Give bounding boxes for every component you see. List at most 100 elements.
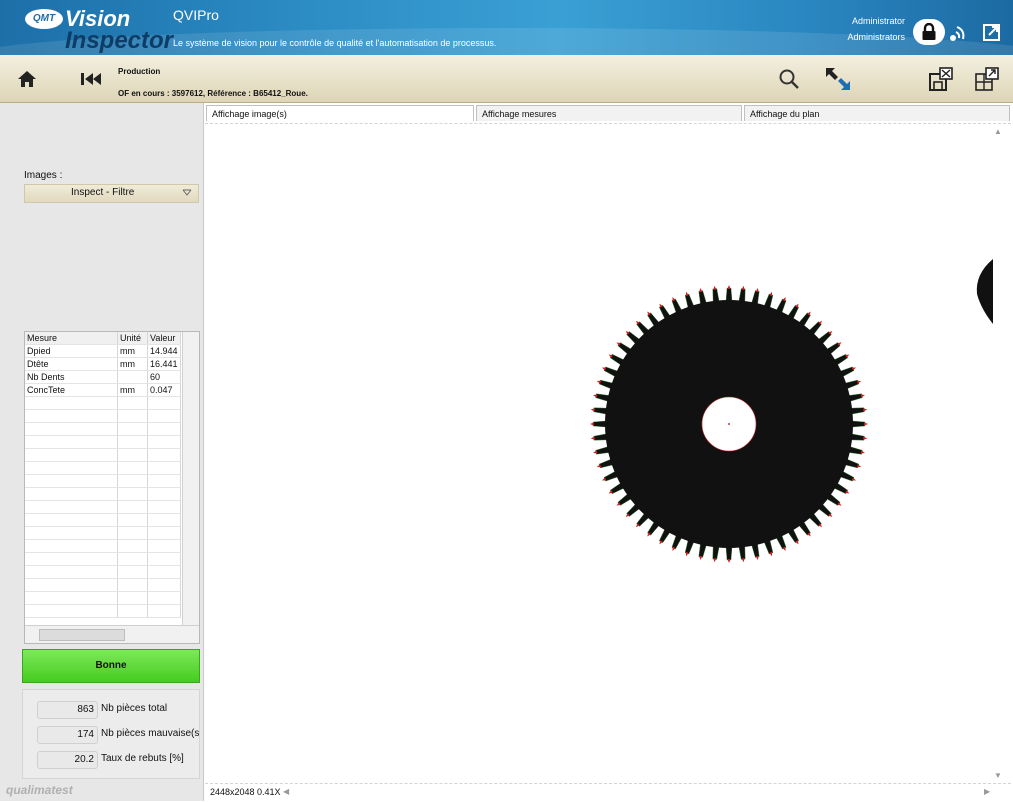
scroll-right-arrow-icon[interactable]: ▶ <box>984 787 990 796</box>
scroll-left-arrow-icon[interactable]: ◀ <box>283 787 289 796</box>
measurements-grid[interactable]: Mesure Unité Valeur Dpied mm 14.944 Dtêt… <box>24 331 200 644</box>
grid-empty-cell <box>147 604 181 618</box>
grid-empty-cell <box>25 604 118 618</box>
layout-button[interactable] <box>968 55 1006 102</box>
grid-empty-cell <box>117 396 148 410</box>
grid-empty-cell <box>117 422 148 436</box>
view-tabs: Affichage image(s) Affichage mesures Aff… <box>203 105 1013 123</box>
grid-empty-row <box>25 591 181 605</box>
grid-empty-cell <box>117 500 148 514</box>
zoom-icon <box>779 69 799 89</box>
remote-icon <box>950 26 965 41</box>
lock-button[interactable] <box>913 19 945 45</box>
grid-empty-cell <box>25 435 118 449</box>
grid-vertical-scrollbar[interactable] <box>182 332 199 625</box>
viewer-statusbar: 2448x2048 0.41X ◀ ▶ <box>205 783 1011 802</box>
tab-plan-view[interactable]: Affichage du plan <box>744 105 1010 121</box>
exit-button[interactable] <box>982 22 1004 44</box>
grid-empty-cell <box>147 435 181 449</box>
production-label: Production <box>118 67 161 76</box>
save-button[interactable] <box>922 55 960 102</box>
grid-empty-cell <box>117 435 148 449</box>
images-label: Images : <box>24 170 63 181</box>
grid-empty-cell <box>25 448 118 462</box>
cell-unit: mm <box>117 344 148 358</box>
fit-to-window-button[interactable] <box>818 55 858 102</box>
counter-total-label: Nb pièces total <box>101 703 168 714</box>
grid-empty-cell <box>117 565 148 579</box>
grid-row[interactable]: ConcTete mm 0.047 <box>25 383 181 397</box>
grid-empty-cell <box>25 513 118 527</box>
image-info: 2448x2048 0.41X <box>210 787 281 797</box>
images-select[interactable]: Inspect - Filtre <box>24 184 199 203</box>
grid-scroll-thumb[interactable] <box>39 629 125 641</box>
grid-empty-row <box>25 487 181 501</box>
tab-image-view[interactable]: Affichage image(s) <box>206 105 474 121</box>
col-header-measure[interactable]: Mesure <box>25 332 118 345</box>
grid-horizontal-scrollbar[interactable] <box>25 625 199 643</box>
cell-value: 14.944 <box>147 344 181 358</box>
qmt-badge: QMT <box>25 9 63 29</box>
first-page-icon <box>81 72 101 85</box>
grid-empty-row <box>25 396 181 410</box>
measurements-table: Mesure Unité Valeur Dpied mm 14.944 Dtêt… <box>25 332 181 618</box>
grid-empty-row <box>25 526 181 540</box>
grid-empty-cell <box>117 578 148 592</box>
layout-icon <box>975 66 999 91</box>
counter-bad-label: Nb pièces mauvaise(s <box>101 728 200 739</box>
fit-icon <box>826 67 850 90</box>
grid-empty-row <box>25 604 181 618</box>
grid-empty-cell <box>147 591 181 605</box>
grid-empty-cell <box>25 396 118 410</box>
cell-value: 60 <box>147 370 181 384</box>
counter-reject-rate: 20.2 Taux de rebuts [%] <box>37 751 199 769</box>
first-page-button[interactable] <box>73 55 109 102</box>
grid-empty-cell <box>147 539 181 553</box>
zoom-button[interactable] <box>772 55 806 102</box>
cell-value: 16.441 <box>147 357 181 371</box>
grid-empty-cell <box>25 591 118 605</box>
col-header-unit[interactable]: Unité <box>117 332 148 345</box>
grid-row[interactable]: Nb Dents 60 <box>25 370 181 384</box>
tab-measures-view[interactable]: Affichage mesures <box>476 105 742 121</box>
chevron-down-icon <box>182 189 192 196</box>
grid-empty-cell <box>117 409 148 423</box>
user-group: Administrators <box>847 32 905 42</box>
col-header-value[interactable]: Valeur <box>147 332 181 345</box>
grid-empty-cell <box>147 513 181 527</box>
cell-unit <box>117 370 148 384</box>
grid-empty-cell <box>147 552 181 566</box>
grid-empty-cell <box>147 578 181 592</box>
grid-empty-cell <box>25 474 118 488</box>
grid-row[interactable]: Dtête mm 16.441 <box>25 357 181 371</box>
home-button[interactable] <box>7 55 47 102</box>
grid-empty-cell <box>117 474 148 488</box>
counters-panel: 863 Nb pièces total 174 Nb pièces mauvai… <box>22 689 200 779</box>
toolbar: Production OF en cours : 3597612, Référe… <box>0 55 1013 103</box>
grid-empty-cell <box>25 500 118 514</box>
cell-unit: mm <box>117 383 148 397</box>
grid-empty-row <box>25 435 181 449</box>
cell-measure: Dpied <box>25 344 118 358</box>
grid-header-row: Mesure Unité Valeur <box>25 332 181 345</box>
scroll-down-arrow-icon[interactable]: ▼ <box>994 771 1002 780</box>
counter-reject-rate-value: 20.2 <box>37 751 98 769</box>
grid-empty-cell <box>147 526 181 540</box>
remote-button[interactable] <box>947 22 969 44</box>
grid-empty-cell <box>117 513 148 527</box>
grid-empty-cell <box>117 552 148 566</box>
grid-empty-cell <box>25 565 118 579</box>
grid-empty-cell <box>25 539 118 553</box>
counter-total-value: 863 <box>37 701 98 719</box>
grid-empty-cell <box>25 526 118 540</box>
grid-row[interactable]: Dpied mm 14.944 <box>25 344 181 358</box>
logo-word-inspector: Inspector <box>65 27 174 54</box>
scroll-up-arrow-icon[interactable]: ▲ <box>994 127 1002 136</box>
counter-reject-rate-label: Taux de rebuts [%] <box>101 753 184 764</box>
empty-rows <box>25 396 181 618</box>
grid-empty-row <box>25 500 181 514</box>
left-panel: Images : Inspect - Filtre Mesure Unité V… <box>0 103 204 801</box>
grid-empty-cell <box>147 396 181 410</box>
image-viewer[interactable] <box>205 123 1011 784</box>
grid-empty-cell <box>25 409 118 423</box>
